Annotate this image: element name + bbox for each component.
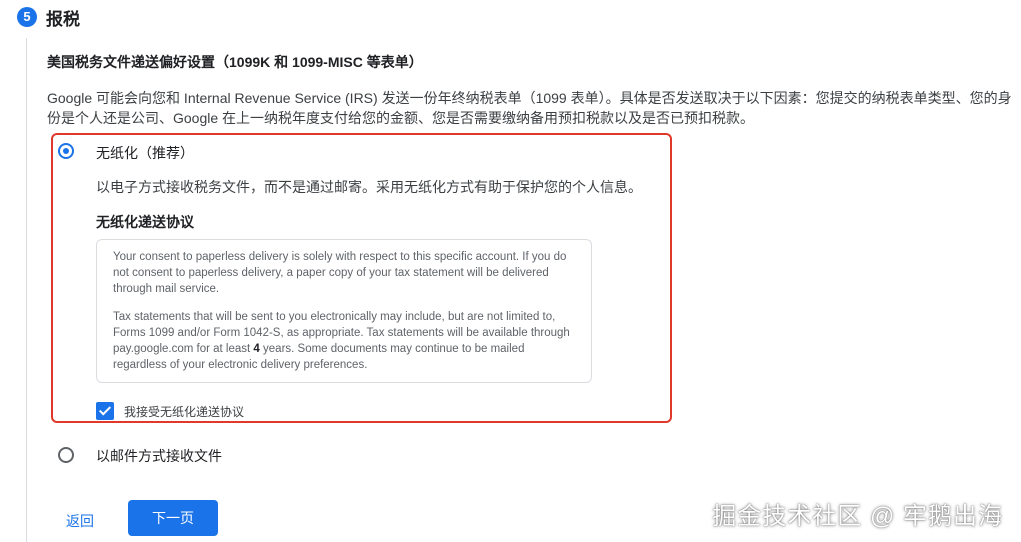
mail-option-label[interactable]: 以邮件方式接收文件	[96, 446, 222, 466]
agreement-title: 无纸化递送协议	[96, 214, 194, 230]
accept-agreement-label[interactable]: 我接受无纸化递送协议	[124, 403, 244, 420]
back-link[interactable]: 返回	[66, 511, 94, 531]
agreement-text-box[interactable]: Your consent to paperless delivery is so…	[96, 239, 592, 383]
preferences-intro: Google 可能会向您和 Internal Revenue Service (…	[47, 90, 1012, 126]
agreement-paragraph-2: Tax statements that will be sent to you …	[113, 309, 575, 373]
paperless-description: 以电子方式接收税务文件，而不是通过邮寄。采用无纸化方式有助于保护您的个人信息。	[96, 179, 642, 195]
next-page-button[interactable]: 下一页	[128, 500, 218, 536]
accept-agreement-checkbox[interactable]	[96, 402, 114, 420]
step-number-badge: 5	[17, 7, 37, 27]
agreement-paragraph-1: Your consent to paperless delivery is so…	[113, 251, 567, 295]
watermark: 掘金技术社区 @ 牢鹅出海	[712, 503, 1003, 530]
step-rail-divider	[26, 38, 27, 542]
mail-radio[interactable]	[58, 447, 74, 463]
paperless-radio[interactable]	[58, 143, 74, 159]
paperless-option-label[interactable]: 无纸化（推荐）	[96, 143, 194, 163]
preferences-title: 美国税务文件递送偏好设置（1099K 和 1099-MISC 等表单）	[47, 54, 423, 70]
step-title: 报税	[46, 10, 80, 29]
